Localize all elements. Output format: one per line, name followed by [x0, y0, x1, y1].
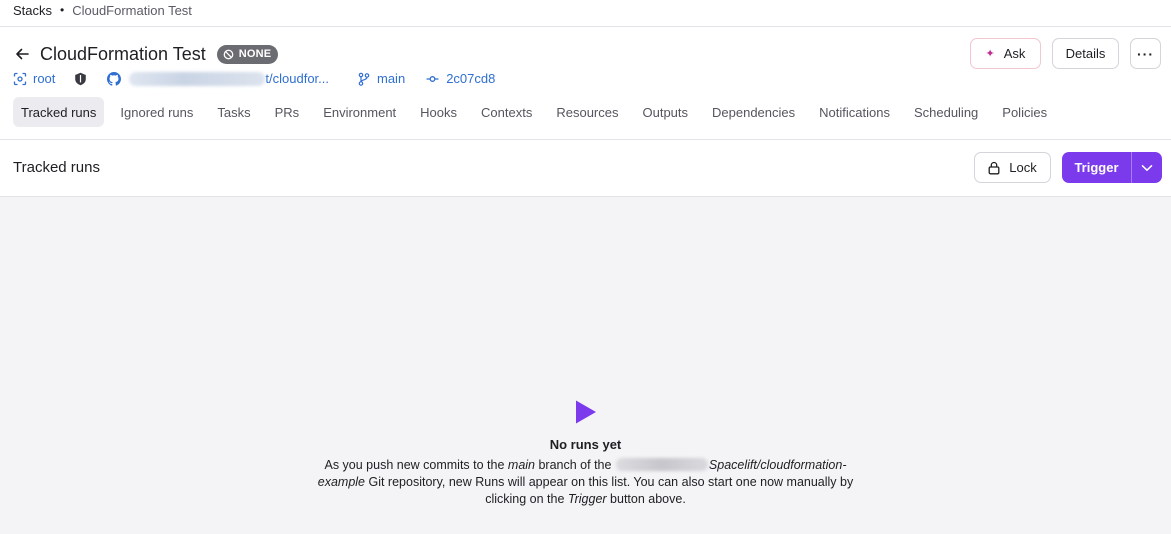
- stack-tabs: Tracked runs Ignored runs Tasks PRs Envi…: [13, 97, 1063, 127]
- details-button[interactable]: Details: [1052, 38, 1119, 69]
- git-branch-icon: [358, 72, 370, 86]
- branch-name: main: [377, 71, 406, 86]
- tab-environment[interactable]: Environment: [315, 97, 404, 127]
- more-options-button[interactable]: ···: [1130, 38, 1161, 69]
- section-title: Tracked runs: [13, 159, 100, 176]
- runs-list-area: No runs yet As you push new commits to t…: [0, 197, 1171, 534]
- stack-meta: root t/cloudfor... main 2c07cd8: [13, 70, 495, 87]
- page-title: CloudFormation Test: [40, 43, 206, 64]
- status-badge-label: NONE: [238, 48, 272, 60]
- redacted-repository-owner: [129, 71, 266, 86]
- trigger-dropdown-button[interactable]: [1132, 152, 1162, 183]
- empty-text-4: button above.: [606, 492, 686, 506]
- space-name: root: [33, 71, 56, 86]
- breadcrumb-separator: •: [60, 3, 65, 17]
- breadcrumb-current: CloudFormation Test: [72, 2, 192, 18]
- trigger-button-group: Trigger: [1062, 152, 1162, 183]
- tab-tracked-runs[interactable]: Tracked runs: [13, 97, 105, 127]
- shield-icon: [74, 72, 87, 86]
- tab-contexts[interactable]: Contexts: [473, 97, 540, 127]
- branch-link[interactable]: main: [358, 71, 405, 86]
- tab-notifications[interactable]: Notifications: [811, 97, 898, 127]
- breadcrumb-stacks-link[interactable]: Stacks: [13, 3, 52, 18]
- lock-button[interactable]: Lock: [974, 152, 1051, 183]
- status-badge: NONE: [216, 44, 279, 64]
- tab-resources[interactable]: Resources: [548, 97, 626, 127]
- ask-button-label: Ask: [1003, 46, 1026, 61]
- tab-tasks[interactable]: Tasks: [209, 97, 258, 127]
- tab-ignored-runs[interactable]: Ignored runs: [112, 97, 201, 127]
- tab-scheduling[interactable]: Scheduling: [906, 97, 986, 127]
- repository-link[interactable]: t/cloudfor...: [129, 71, 329, 86]
- arrow-left-icon[interactable]: [13, 45, 31, 63]
- ask-button[interactable]: ✦ Ask: [970, 38, 1041, 69]
- lock-icon: [988, 161, 1000, 174]
- repository-name: t/cloudfor...: [265, 71, 329, 86]
- github-icon: [107, 71, 122, 86]
- tab-policies[interactable]: Policies: [994, 97, 1055, 127]
- space-link[interactable]: root: [13, 71, 55, 86]
- chevron-down-icon: [1141, 164, 1153, 171]
- space-icon: [13, 72, 27, 85]
- top-divider: [0, 26, 1171, 27]
- empty-trigger-reference: Trigger: [567, 492, 607, 506]
- ban-icon: [223, 49, 234, 59]
- tab-hooks[interactable]: Hooks: [412, 97, 465, 127]
- sparkle-icon: ✦: [985, 48, 995, 60]
- breadcrumb: Stacks • CloudFormation Test: [13, 2, 192, 18]
- commit-hash: 2c07cd8: [446, 71, 496, 86]
- trigger-button[interactable]: Trigger: [1062, 152, 1131, 183]
- empty-branch-name: main: [507, 458, 535, 472]
- commit-link[interactable]: 2c07cd8: [426, 71, 495, 86]
- play-icon: [575, 400, 596, 424]
- section-header: Tracked runs Lock Trigger: [0, 140, 1171, 196]
- empty-state-description: As you push new commits to the main bran…: [306, 457, 866, 508]
- empty-text-2: branch of the: [535, 458, 615, 472]
- empty-state: No runs yet As you push new commits to t…: [0, 399, 1171, 508]
- empty-state-title: No runs yet: [549, 437, 622, 452]
- lock-button-label: Lock: [1009, 160, 1037, 175]
- empty-text-1: As you push new commits to the: [324, 458, 508, 472]
- title-row: CloudFormation Test NONE: [13, 42, 279, 66]
- tab-prs[interactable]: PRs: [267, 97, 308, 127]
- tab-outputs[interactable]: Outputs: [634, 97, 696, 127]
- git-commit-icon: [426, 75, 439, 82]
- header-actions: ✦ Ask Details ···: [970, 38, 1161, 69]
- redacted-repository-owner: [615, 458, 708, 471]
- tab-dependencies[interactable]: Dependencies: [704, 97, 803, 127]
